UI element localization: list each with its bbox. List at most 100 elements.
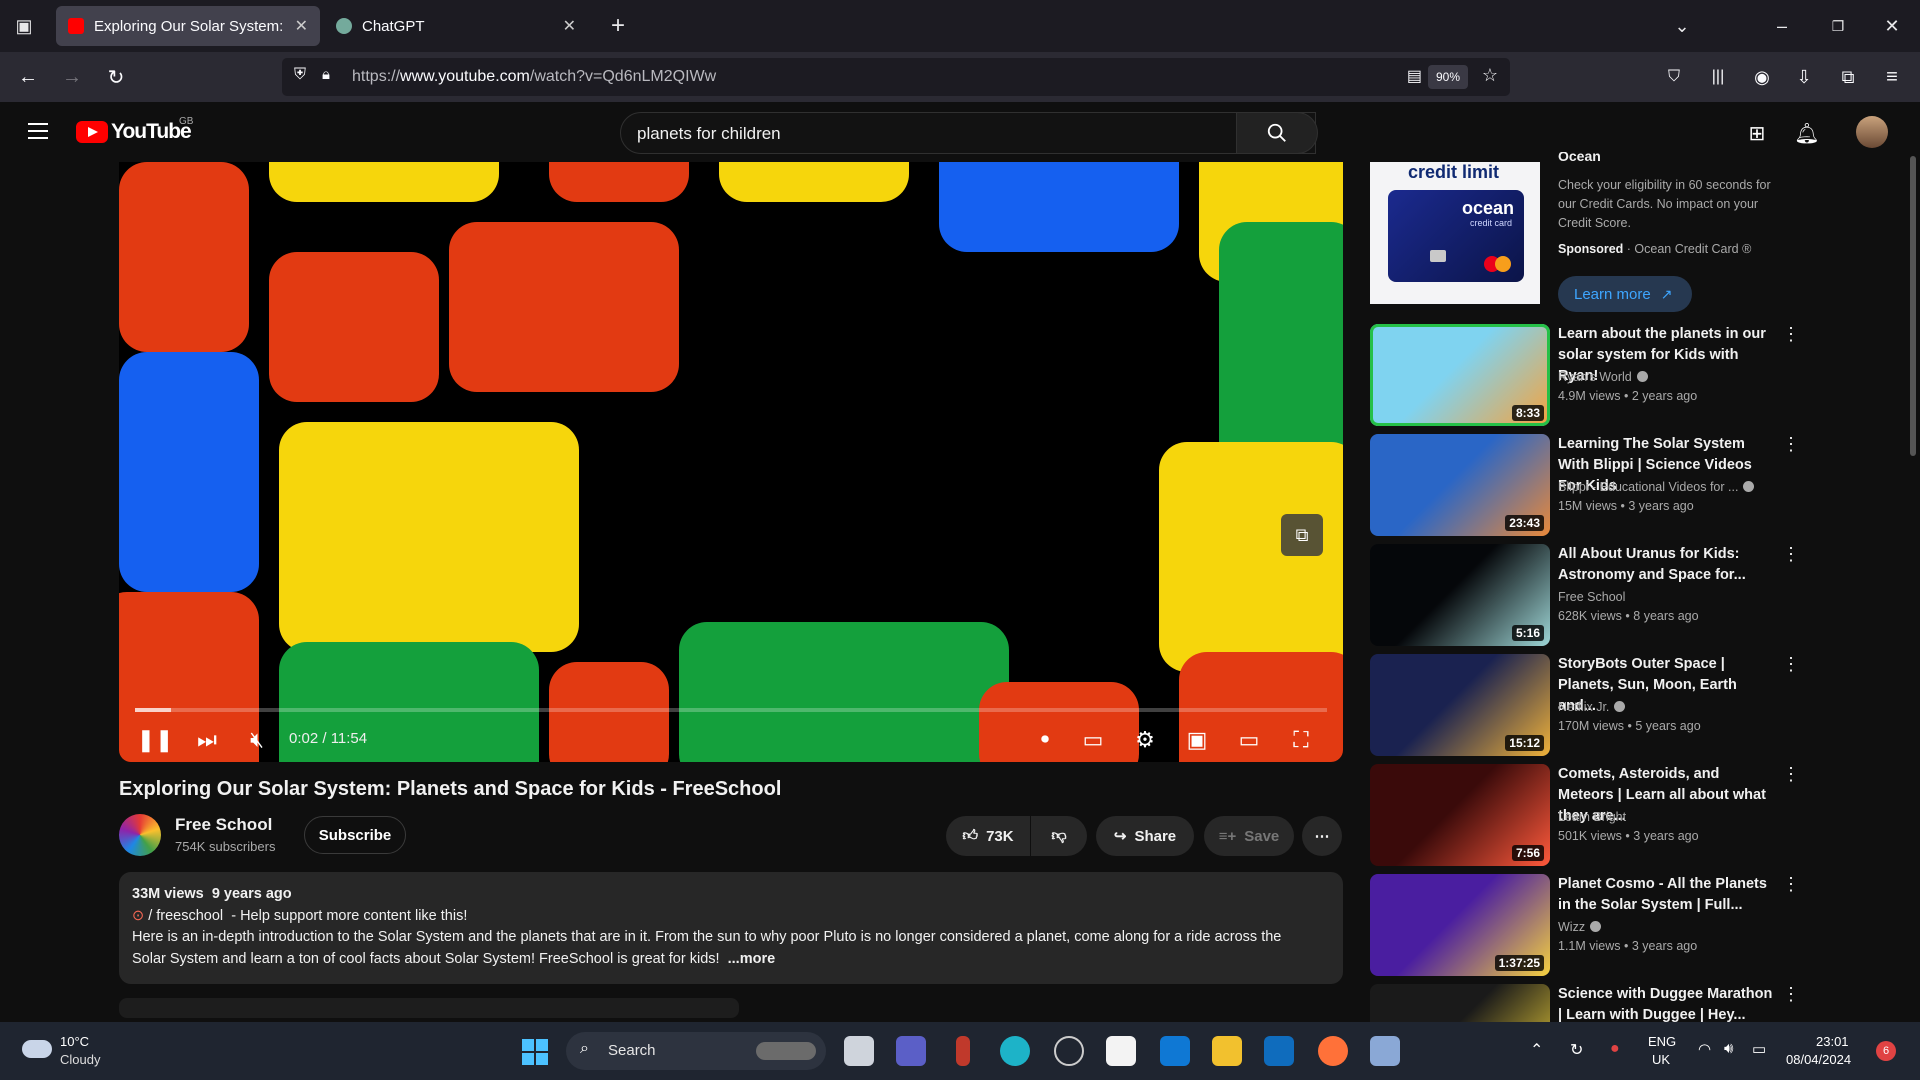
video-thumbnail[interactable]: 23:43	[1370, 434, 1550, 536]
library-icon[interactable]: |||	[1702, 61, 1734, 93]
tab-chatgpt[interactable]: ChatGPT ✕	[324, 6, 588, 46]
battery-icon[interactable]: ▭	[1752, 1040, 1766, 1058]
pause-icon[interactable]: ❚❚	[137, 724, 174, 756]
address-bar[interactable]: ⛨ 🔒︎ https://www.youtube.com/watch?v=Qd6…	[282, 58, 1510, 96]
store-icon[interactable]	[1106, 1036, 1136, 1066]
avatar[interactable]	[1856, 116, 1888, 148]
chevron-up-icon[interactable]: ⌃	[1530, 1040, 1543, 1060]
search-input[interactable]: planets for children ✕	[620, 112, 1316, 154]
video-thumbnail[interactable]: 15:12	[1370, 654, 1550, 756]
close-tab-icon[interactable]: ✕	[563, 16, 576, 36]
create-video-icon[interactable]: ⊞	[1742, 118, 1772, 148]
more-options-icon[interactable]: ⋮	[1782, 654, 1800, 675]
mute-icon[interactable]: 🔇︎	[239, 724, 275, 756]
channel-avatar[interactable]	[119, 814, 161, 856]
save-button[interactable]: ≡+ Save	[1204, 816, 1294, 856]
recommendation-item[interactable]: 23:43 Learning The Solar System With Blip…	[1370, 434, 1800, 538]
recommendation-item[interactable]: 7:56 Comets, Asteroids, and Meteors | Lea…	[1370, 764, 1800, 868]
clock-time[interactable]: 23:01	[1816, 1034, 1849, 1049]
more-options-icon[interactable]: ⋮	[1782, 324, 1800, 345]
learn-more-button[interactable]: Learn more ↗	[1558, 276, 1692, 312]
ad-thumbnail[interactable]: credit limit ocean credit card	[1370, 162, 1540, 304]
notification-badge[interactable]: 6	[1876, 1041, 1896, 1061]
recommendation-item[interactable]: 8:33 Learn about the planets in our solar…	[1370, 324, 1800, 428]
wifi-icon[interactable]: ◠	[1698, 1040, 1711, 1058]
zoom-level-badge[interactable]: 90%	[1428, 65, 1468, 89]
new-tab-icon[interactable]: +	[602, 10, 634, 42]
close-window-icon[interactable]: ✕	[1876, 10, 1908, 42]
video-thumbnail[interactable]: 7:56	[1370, 764, 1550, 866]
more-options-icon[interactable]: ⋮	[1782, 434, 1800, 455]
sync-icon[interactable]: ↻	[1570, 1040, 1583, 1060]
miniplayer-icon[interactable]: ▣	[1179, 724, 1215, 756]
minimize-icon[interactable]: –	[1766, 10, 1798, 42]
search-button[interactable]	[1236, 112, 1318, 154]
fullscreen-icon[interactable]: ⛶	[1283, 724, 1319, 756]
app-menu-icon[interactable]: ≡	[1876, 61, 1908, 93]
recommendation-channel[interactable]: Blippi - Educational Videos for ...	[1558, 480, 1755, 494]
bookmark-star-icon[interactable]: ☆	[1482, 65, 1498, 86]
app-icon[interactable]	[1054, 1036, 1084, 1066]
task-view-icon[interactable]	[844, 1036, 874, 1066]
pocket-icon[interactable]: ⛉	[1658, 61, 1690, 93]
recommendation-channel[interactable]: Netflix Jr.	[1558, 700, 1626, 714]
recommendation-channel[interactable]: Learn Bright	[1558, 810, 1626, 824]
more-actions-button[interactable]: ⋯	[1302, 816, 1342, 856]
video-player[interactable]: ⧉ ❚❚ ⏭︎ 🔇︎ 0:02 / 11:54 ⏺ ▭ ⚙ ▣ ▭ ⛶	[119, 162, 1343, 762]
description-box[interactable]: 33M views 9 years ago ⊙ / freeschool - H…	[119, 872, 1343, 984]
theater-mode-icon[interactable]: ▭	[1231, 724, 1267, 756]
more-options-icon[interactable]: ⋮	[1782, 764, 1800, 785]
recommendation-title[interactable]: All About Uranus for Kids: Astronomy and…	[1558, 544, 1778, 586]
microphone-icon[interactable]: ●	[1610, 1040, 1620, 1058]
video-thumbnail[interactable]: 5:16	[1370, 544, 1550, 646]
recommendation-channel[interactable]: Free School	[1558, 590, 1625, 604]
video-thumbnail[interactable]: 8:33	[1370, 324, 1550, 426]
channel-name[interactable]: Free School	[175, 815, 272, 835]
reload-icon[interactable]: ↻	[100, 61, 132, 93]
recommendation-item[interactable]: 5:16 All About Uranus for Kids: Astronomy…	[1370, 544, 1800, 648]
tab-youtube[interactable]: Exploring Our Solar System: Pla ✕	[56, 6, 320, 46]
recommendation-item[interactable]: 1:37:25 Planet Cosmo - All the Planets in…	[1370, 874, 1800, 978]
pen-app-icon[interactable]	[956, 1036, 970, 1066]
downloads-icon[interactable]: ⇩	[1788, 61, 1820, 93]
tab-manager-icon[interactable]: ▣	[8, 10, 40, 42]
subscribe-button[interactable]: Subscribe	[304, 816, 406, 854]
firefox-icon[interactable]	[1318, 1036, 1348, 1066]
subtitles-icon[interactable]: ▭	[1075, 724, 1111, 756]
taskbar-search[interactable]: ⌕ Search	[566, 1032, 826, 1070]
windows-start-icon[interactable]	[522, 1039, 548, 1065]
list-tabs-icon[interactable]: ⌄	[1666, 10, 1698, 42]
recommendation-channel[interactable]: Wizz	[1558, 920, 1602, 934]
forward-icon[interactable]: →	[56, 61, 88, 93]
mail-icon[interactable]	[1160, 1036, 1190, 1066]
close-tab-icon[interactable]: ✕	[295, 16, 308, 36]
show-more-link[interactable]: ...more	[728, 951, 776, 967]
like-button[interactable]: 👍︎ 73K	[946, 816, 1030, 856]
file-explorer-icon[interactable]	[1212, 1036, 1242, 1066]
youtube-logo[interactable]: YouTube	[76, 120, 192, 144]
teams-icon[interactable]	[896, 1036, 926, 1066]
dislike-button[interactable]: 👎︎	[1031, 816, 1087, 856]
app-icon[interactable]	[1370, 1036, 1400, 1066]
share-button[interactable]: ↪ Share	[1096, 816, 1194, 856]
more-options-icon[interactable]: ⋮	[1782, 984, 1800, 1005]
weather-description[interactable]: Cloudy	[60, 1052, 100, 1067]
video-thumbnail[interactable]	[1370, 984, 1550, 1022]
volume-icon[interactable]: 🔊︎	[1724, 1040, 1733, 1057]
video-thumbnail[interactable]: 1:37:25	[1370, 874, 1550, 976]
search-query[interactable]: planets for children	[637, 124, 781, 144]
pip-overlay-icon[interactable]: ⧉	[1281, 514, 1323, 556]
url-text[interactable]: https://www.youtube.com/watch?v=Qd6nLM2Q…	[352, 68, 716, 86]
more-options-icon[interactable]: ⋮	[1782, 544, 1800, 565]
autoplay-toggle[interactable]: ⏺	[1023, 724, 1067, 756]
more-options-icon[interactable]: ⋮	[1782, 874, 1800, 895]
cloud-icon[interactable]	[22, 1040, 52, 1058]
language-region[interactable]: UK	[1652, 1052, 1670, 1067]
edge-icon[interactable]	[1000, 1036, 1030, 1066]
weather-temperature[interactable]: 10°C	[60, 1034, 89, 1049]
recommendation-item[interactable]: 15:12 StoryBots Outer Space | Planets, Su…	[1370, 654, 1800, 758]
restore-icon[interactable]: ❐	[1822, 10, 1854, 42]
recommendation-title[interactable]: Science with Duggee Marathon | Learn wit…	[1558, 984, 1778, 1022]
language-primary[interactable]: ENG	[1648, 1034, 1676, 1049]
scrollbar[interactable]	[1910, 156, 1916, 456]
